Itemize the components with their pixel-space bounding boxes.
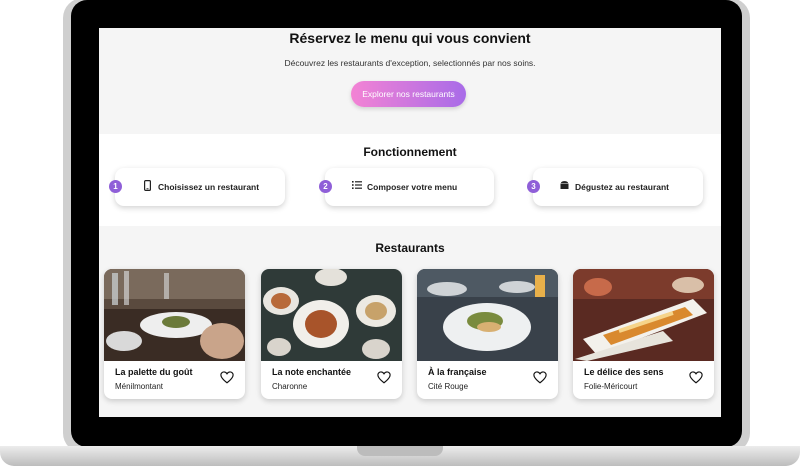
step-enjoy-restaurant: 3 Dégustez au restaurant xyxy=(527,168,703,206)
restaurant-location: Ménilmontant xyxy=(115,382,164,391)
favorite-heart-icon[interactable] xyxy=(220,371,234,384)
restaurant-name: La note enchantée xyxy=(272,367,352,377)
step-number-badge: 2 xyxy=(319,180,332,193)
restaurant-card[interactable]: La note enchantée Charonne xyxy=(261,269,402,399)
restaurant-card[interactable]: La palette du goût Ménilmontant xyxy=(104,269,245,399)
step-compose-menu: 2 Composer votre menu xyxy=(319,168,494,206)
explore-restaurants-button[interactable]: Explorer nos restaurants xyxy=(351,81,466,107)
dish-icon xyxy=(560,181,569,189)
restaurant-location: Cité Rouge xyxy=(428,382,469,391)
restaurant-location: Charonne xyxy=(272,382,308,391)
laptop-notch xyxy=(357,446,443,456)
favorite-heart-icon[interactable] xyxy=(533,371,547,384)
hero-title: Réservez le menu qui vous convient xyxy=(289,30,531,46)
restaurant-location: Folie-Méricourt xyxy=(584,382,638,391)
restaurant-photo xyxy=(417,269,558,361)
restaurants-title: Restaurants xyxy=(375,241,445,255)
step-label: Dégustez au restaurant xyxy=(575,182,669,192)
restaurant-photo xyxy=(261,269,402,361)
restaurant-name: La palette du goût xyxy=(115,367,193,377)
step-label: Choisissez un restaurant xyxy=(158,182,260,192)
restaurant-name: À la française xyxy=(428,367,487,377)
restaurant-name: Le délice des sens xyxy=(584,367,664,377)
step-number-badge: 3 xyxy=(527,180,540,193)
restaurant-card[interactable]: À la française Cité Rouge xyxy=(417,269,558,399)
favorite-heart-icon[interactable] xyxy=(377,371,391,384)
restaurant-card[interactable]: Le délice des sens Folie-Méricourt xyxy=(573,269,714,399)
list-icon xyxy=(352,181,362,189)
step-label: Composer votre menu xyxy=(367,182,458,192)
restaurants-section: Restaurants La palette du goût Ménilmont… xyxy=(99,226,721,417)
restaurant-photo xyxy=(573,269,714,361)
favorite-heart-icon[interactable] xyxy=(689,371,703,384)
how-it-works-title: Fonctionnement xyxy=(363,145,457,159)
phone-icon xyxy=(144,180,151,191)
step-choose-restaurant: 1 Choisissez un restaurant xyxy=(109,168,285,206)
step-number-badge: 1 xyxy=(109,180,122,193)
hero-section: Réservez le menu qui vous convient Décou… xyxy=(99,28,721,134)
hero-subtitle: Découvrez les restaurants d'exception, s… xyxy=(284,58,536,68)
website-screen: Réservez le menu qui vous convient Décou… xyxy=(99,28,721,417)
how-it-works-section: Fonctionnement 1 Choisissez un restauran… xyxy=(99,134,721,226)
restaurant-photo xyxy=(104,269,245,361)
